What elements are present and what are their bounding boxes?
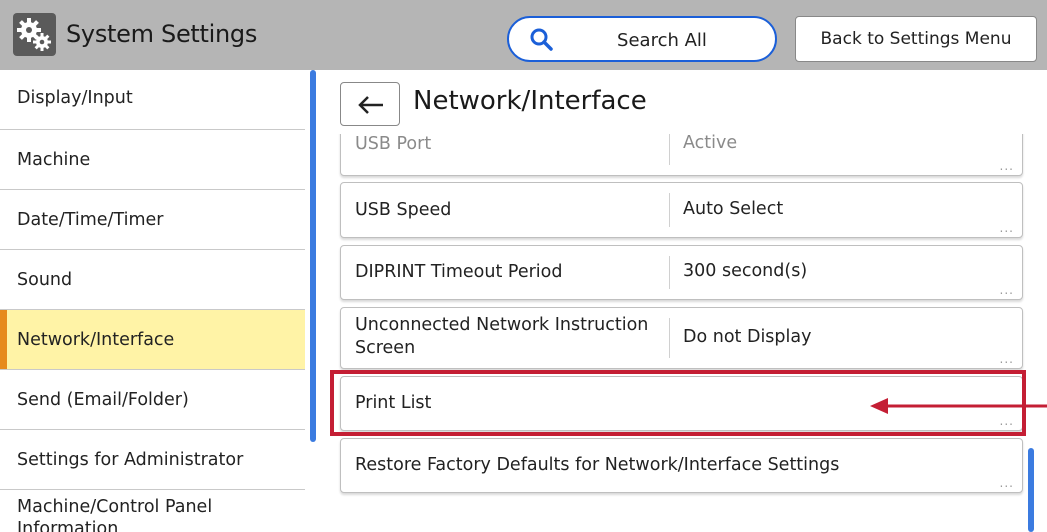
gears-icon	[13, 13, 56, 56]
sidebar-item-label: Date/Time/Timer	[17, 210, 164, 230]
sidebar-item-label: Machine	[17, 150, 91, 170]
sidebar-item-machine[interactable]: Machine	[0, 130, 305, 190]
divider	[669, 318, 670, 358]
divider	[669, 193, 670, 227]
setting-label: DIPRINT Timeout Period	[355, 262, 563, 282]
divider	[669, 134, 670, 165]
settings-list: USB Port Active ... USB Speed Auto Selec…	[330, 134, 1035, 532]
sidebar-item-machine-control-panel-information[interactable]: Machine/Control Panel Information	[0, 490, 305, 532]
sidebar-item-label: Settings for Administrator	[17, 450, 244, 470]
sidebar-scrollbar[interactable]	[310, 70, 316, 442]
more-icon: ...	[999, 283, 1014, 297]
setting-value: Auto Select	[683, 199, 784, 219]
setting-value: Do not Display	[683, 327, 812, 347]
page-title: Network/Interface	[413, 86, 647, 116]
sidebar-item-label: Machine/Control Panel Information	[17, 497, 213, 532]
sidebar-item-date-time-timer[interactable]: Date/Time/Timer	[0, 190, 305, 250]
sidebar-item-label: Sound	[17, 270, 73, 290]
setting-row-usb-port[interactable]: USB Port Active ...	[340, 134, 1023, 176]
sidebar-item-send-email-folder[interactable]: Send (Email/Folder)	[0, 370, 305, 430]
sidebar: Display/Input Machine Date/Time/Timer So…	[0, 70, 305, 532]
setting-row-restore-factory-defaults[interactable]: Restore Factory Defaults for Network/Int…	[340, 438, 1023, 493]
more-icon: ...	[999, 476, 1014, 490]
divider	[669, 256, 670, 289]
left-arrow-icon	[358, 96, 383, 114]
header-bar: System Settings Search All Back to Setti…	[0, 0, 1047, 70]
setting-value: 300 second(s)	[683, 261, 808, 281]
search-all-label: Search All	[617, 30, 707, 51]
magnifier-icon	[530, 28, 553, 51]
setting-row-diprint-timeout[interactable]: DIPRINT Timeout Period 300 second(s) ...	[340, 245, 1023, 300]
sidebar-item-network-interface[interactable]: Network/Interface	[0, 310, 305, 370]
back-to-settings-menu-button[interactable]: Back to Settings Menu	[795, 16, 1037, 62]
sidebar-item-label: Display/Input	[17, 88, 133, 108]
setting-row-unconnected-network-instruction[interactable]: Unconnected Network Instruction Screen D…	[340, 307, 1023, 369]
setting-label: Restore Factory Defaults for Network/Int…	[355, 455, 840, 475]
more-icon: ...	[999, 221, 1014, 235]
app-title: System Settings	[66, 20, 258, 48]
setting-label: USB Port	[355, 134, 432, 154]
back-button[interactable]	[340, 82, 400, 126]
annotation-arrow-icon	[870, 398, 1047, 414]
setting-value: Active	[683, 134, 738, 153]
more-icon: ...	[999, 159, 1014, 173]
sidebar-item-label: Send (Email/Folder)	[17, 390, 189, 410]
setting-label: Unconnected Network Instruction Screen	[355, 315, 649, 358]
setting-row-usb-speed[interactable]: USB Speed Auto Select ...	[340, 182, 1023, 238]
sidebar-item-settings-for-administrator[interactable]: Settings for Administrator	[0, 430, 305, 490]
sidebar-item-display-input[interactable]: Display/Input	[0, 70, 305, 130]
more-icon: ...	[999, 352, 1014, 366]
sidebar-item-sound[interactable]: Sound	[0, 250, 305, 310]
main-scrollbar[interactable]	[1028, 448, 1034, 532]
sidebar-item-label: Network/Interface	[17, 330, 175, 350]
setting-label: USB Speed	[355, 200, 452, 220]
search-all-button[interactable]: Search All	[507, 16, 777, 62]
